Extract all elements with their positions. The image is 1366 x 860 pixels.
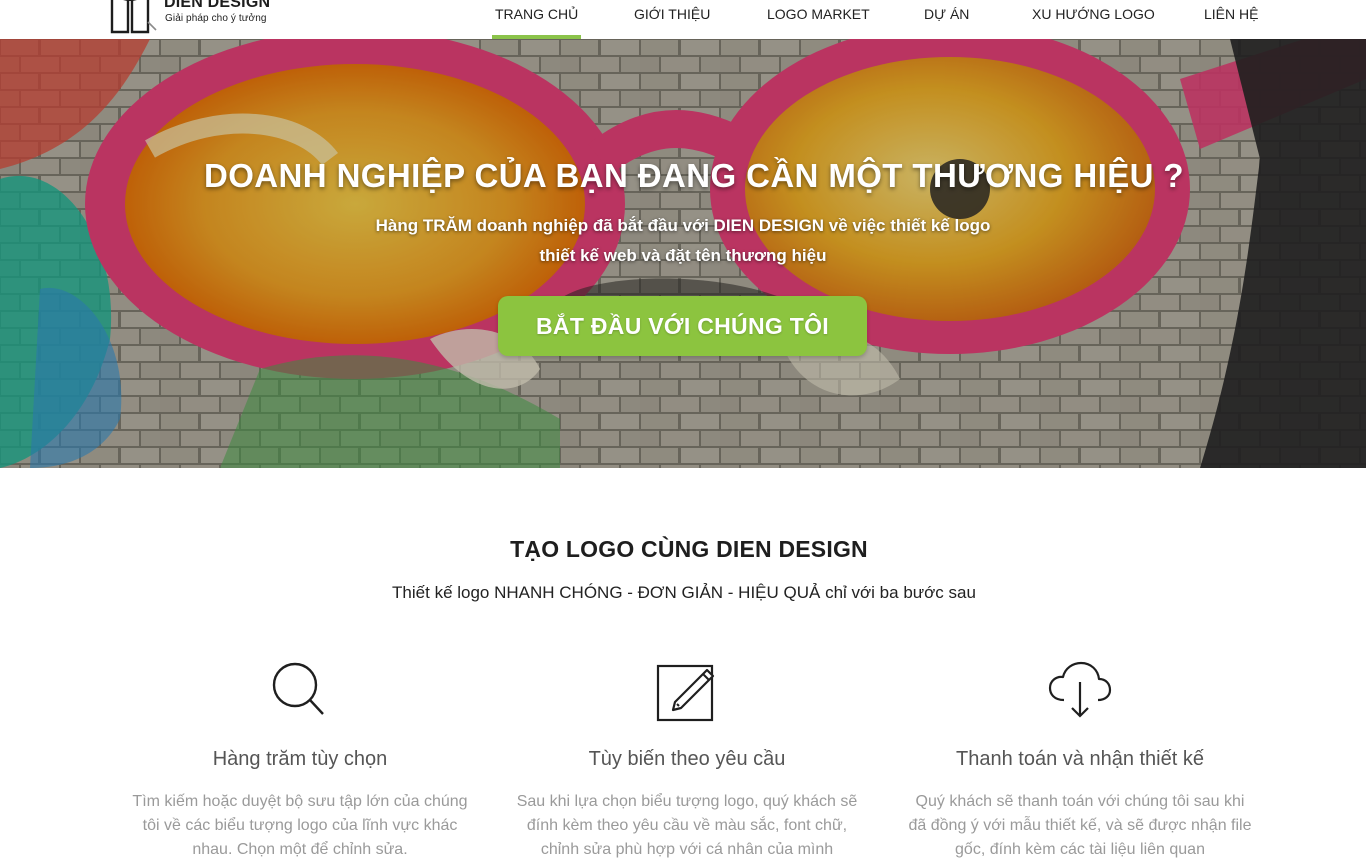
nav-item-logo-trends[interactable]: XU HƯỚNG LOGO bbox=[1032, 6, 1155, 22]
cloud-download-icon bbox=[1048, 661, 1112, 718]
nav-item-logo-market[interactable]: LOGO MARKET bbox=[767, 6, 870, 22]
feature-description: Tìm kiếm hoặc duyệt bộ sưu tập lớn của c… bbox=[120, 790, 480, 860]
section-title: TẠO LOGO CÙNG DIEN DESIGN bbox=[510, 536, 868, 562]
feature-description-line: Sau khi lựa chọn biểu tượng logo, quý kh… bbox=[516, 793, 858, 810]
feature-card-customize: Tùy biến theo yêu cầu Sau khi lựa chọn b… bbox=[507, 660, 867, 858]
site-header: DIEN DESIGN Giải pháp cho ý tưởng TRANG … bbox=[0, 0, 1366, 39]
feature-description: Quý khách sẽ thanh toán với chúng tôi sa… bbox=[900, 790, 1260, 860]
main-nav: TRANG CHỦ GIỚI THIỆU LOGO MARKET DỰ ÁN X… bbox=[0, 0, 1366, 39]
feature-description-line: Tìm kiếm hoặc duyệt bộ sưu tập lớn của c… bbox=[132, 793, 468, 810]
feature-description-line: đính kèm theo yêu cầu về màu sắc, font c… bbox=[526, 817, 848, 834]
hero-title: DOANH NGHIỆP CỦA BẠN ĐANG CẦN MỘT THƯƠNG… bbox=[204, 157, 1184, 194]
search-icon bbox=[272, 662, 324, 715]
hero-subtitle-line-1: Hàng TRĂM doanh nghiệp đã bắt đầu với DI… bbox=[375, 216, 991, 235]
feature-card-payment: Thanh toán và nhận thiết kế Quý khách sẽ… bbox=[900, 660, 1260, 858]
feature-description: Sau khi lựa chọn biểu tượng logo, quý kh… bbox=[507, 790, 867, 860]
feature-description-line: Quý khách sẽ thanh toán với chúng tôi sa… bbox=[915, 793, 1245, 810]
feature-card-options: Hàng trăm tùy chọn Tìm kiếm hoặc duyệt b… bbox=[120, 660, 480, 858]
feature-title: Tùy biến theo yêu cầu bbox=[588, 748, 786, 770]
nav-item-about[interactable]: GIỚI THIỆU bbox=[634, 6, 710, 22]
get-started-button[interactable]: BẮT ĐẦU VỚI CHÚNG TÔI bbox=[498, 296, 867, 356]
nav-item-home[interactable]: TRANG CHỦ bbox=[491, 6, 582, 39]
feature-description-line: nhau. Chọn một để chỉnh sửa. bbox=[192, 841, 408, 858]
hero-banner: DOANH NGHIỆP CỦA BẠN ĐANG CẦN MỘT THƯƠNG… bbox=[0, 39, 1366, 468]
feature-description-line: gốc, đính kèm các tài liệu liên quan bbox=[955, 841, 1205, 858]
feature-description-line: chỉnh sửa phù hợp với cá nhân của mình bbox=[540, 841, 834, 858]
nav-item-contact[interactable]: LIÊN HỆ bbox=[1204, 6, 1258, 22]
feature-description-line: đã đồng ý với mẫu thiết kế, và sẽ được n… bbox=[908, 817, 1252, 834]
edit-icon bbox=[656, 664, 715, 722]
hero-subtitle-line-2: thiết kế web và đặt tên thương hiệu bbox=[539, 246, 827, 265]
feature-description-line: tôi về các biểu tượng logo của lĩnh vực … bbox=[142, 817, 458, 834]
section-subtitle: Thiết kế logo NHANH CHÓNG - ĐƠN GIẢN - H… bbox=[392, 583, 976, 602]
nav-item-projects[interactable]: DỰ ÁN bbox=[924, 6, 969, 22]
feature-title: Thanh toán và nhận thiết kế bbox=[956, 748, 1204, 770]
feature-title: Hàng trăm tùy chọn bbox=[212, 748, 388, 770]
